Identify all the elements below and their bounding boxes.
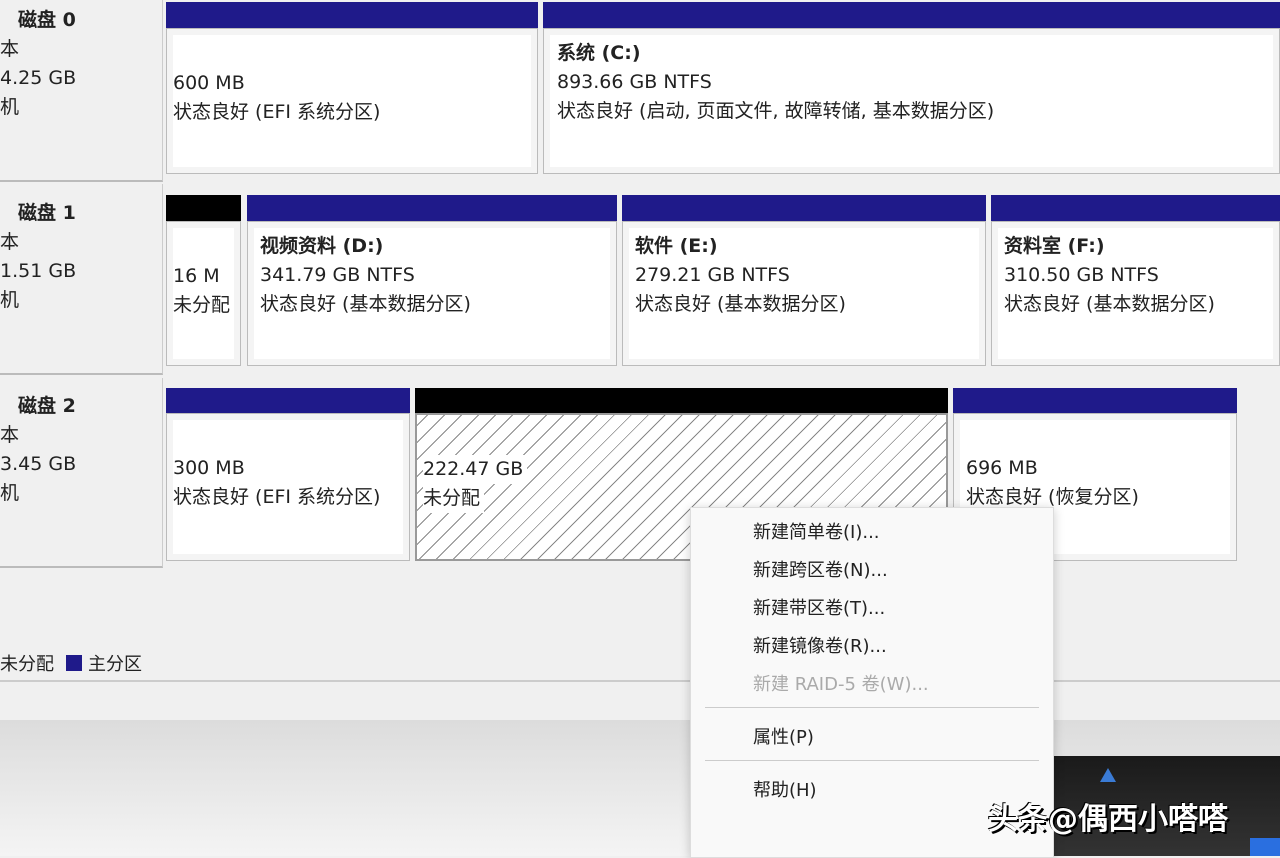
partition-f[interactable]: 资料室 (F:) 310.50 GB NTFS 状态良好 (基本数据分区) xyxy=(991,221,1280,366)
partition-size: 222.47 GB xyxy=(423,455,527,484)
partition-bar xyxy=(991,195,1280,221)
disk-status: 机 xyxy=(0,286,162,315)
partition-bar xyxy=(953,388,1237,414)
partition-size: 341.79 GB NTFS xyxy=(260,261,616,290)
disk-type: 本 xyxy=(0,35,162,64)
disk-type: 本 xyxy=(0,228,162,257)
legend: 未分配 主分区 xyxy=(0,650,142,676)
partition-status: 状态良好 (启动, 页面文件, 故障转储, 基本数据分区) xyxy=(557,97,1279,126)
disk-size: 3.45 GB xyxy=(0,450,162,479)
partition-size: 893.66 GB NTFS xyxy=(557,68,1279,97)
partition-name: 系统 (C:) xyxy=(557,39,1279,68)
menu-help[interactable]: 帮助(H) xyxy=(753,776,817,802)
partition-bar xyxy=(166,388,410,414)
partition-bar xyxy=(415,388,948,414)
partition-status: 未分配 xyxy=(173,291,240,320)
menu-new-spanned-volume[interactable]: 新建跨区卷(N)... xyxy=(753,556,888,582)
partition-size: 300 MB xyxy=(173,454,409,483)
menu-separator xyxy=(705,760,1039,761)
disk-size: 4.25 GB xyxy=(0,64,162,93)
disk-1-label[interactable]: 磁盘 1 本 1.51 GB 机 xyxy=(0,184,163,375)
partition-status: 状态良好 (EFI 系统分区) xyxy=(173,98,537,127)
app-logo-icon xyxy=(1100,768,1116,782)
disk-title: 磁盘 2 xyxy=(18,392,162,421)
partition-c[interactable]: 系统 (C:) 893.66 GB NTFS 状态良好 (启动, 页面文件, 故… xyxy=(543,28,1280,174)
partition-status: 状态良好 (EFI 系统分区) xyxy=(173,483,409,512)
partition-bar xyxy=(247,195,617,221)
partition-status: 状态良好 (基本数据分区) xyxy=(1004,290,1279,319)
partition-status: 未分配 xyxy=(423,484,484,513)
partition-size: 279.21 GB NTFS xyxy=(635,261,985,290)
partition-size: 600 MB xyxy=(173,69,537,98)
disk-type: 本 xyxy=(0,421,162,450)
partition-d[interactable]: 视频资料 (D:) 341.79 GB NTFS 状态良好 (基本数据分区) xyxy=(247,221,617,366)
menu-separator xyxy=(705,707,1039,708)
partition-size: 310.50 GB NTFS xyxy=(1004,261,1279,290)
partition-bar xyxy=(622,195,986,221)
menu-new-mirrored-volume[interactable]: 新建镜像卷(R)... xyxy=(753,632,887,658)
legend-unallocated: 未分配 xyxy=(0,650,54,676)
menu-new-raid5-volume: 新建 RAID-5 卷(W)... xyxy=(753,670,929,696)
status-divider xyxy=(0,680,1280,682)
partition-unallocated-small[interactable]: 16 M 未分配 xyxy=(166,221,241,366)
disk-status: 机 xyxy=(0,93,162,122)
blue-button xyxy=(1250,838,1280,856)
watermark: 头条@偶西小嗒嗒 xyxy=(988,794,1228,838)
partition-efi[interactable]: 300 MB 状态良好 (EFI 系统分区) xyxy=(166,413,410,561)
partition-status: 状态良好 (基本数据分区) xyxy=(260,290,616,319)
menu-properties[interactable]: 属性(P) xyxy=(753,723,814,749)
partition-name: 软件 (E:) xyxy=(635,232,985,261)
partition-efi[interactable]: 600 MB 状态良好 (EFI 系统分区) xyxy=(166,28,538,174)
partition-name: 视频资料 (D:) xyxy=(260,232,616,261)
disk-2-label[interactable]: 磁盘 2 本 3.45 GB 机 xyxy=(0,378,163,568)
partition-status: 状态良好 (基本数据分区) xyxy=(635,290,985,319)
disk-size: 1.51 GB xyxy=(0,257,162,286)
legend-primary: 主分区 xyxy=(88,650,142,676)
disk-title: 磁盘 1 xyxy=(18,199,162,228)
menu-new-simple-volume[interactable]: 新建简单卷(I)... xyxy=(753,518,880,544)
disk-title: 磁盘 0 xyxy=(18,6,162,35)
partition-bar xyxy=(543,2,1280,28)
legend-primary-swatch xyxy=(66,655,82,671)
partition-e[interactable]: 软件 (E:) 279.21 GB NTFS 状态良好 (基本数据分区) xyxy=(622,221,986,366)
partition-name: 资料室 (F:) xyxy=(1004,232,1279,261)
disk-0-label[interactable]: 磁盘 0 本 4.25 GB 机 xyxy=(0,0,163,182)
menu-new-striped-volume[interactable]: 新建带区卷(T)... xyxy=(753,594,885,620)
disk-status: 机 xyxy=(0,479,162,508)
partition-size: 16 M xyxy=(173,262,240,291)
partition-bar xyxy=(166,2,538,28)
partition-bar xyxy=(166,195,241,221)
partition-size: 696 MB xyxy=(966,454,1236,483)
